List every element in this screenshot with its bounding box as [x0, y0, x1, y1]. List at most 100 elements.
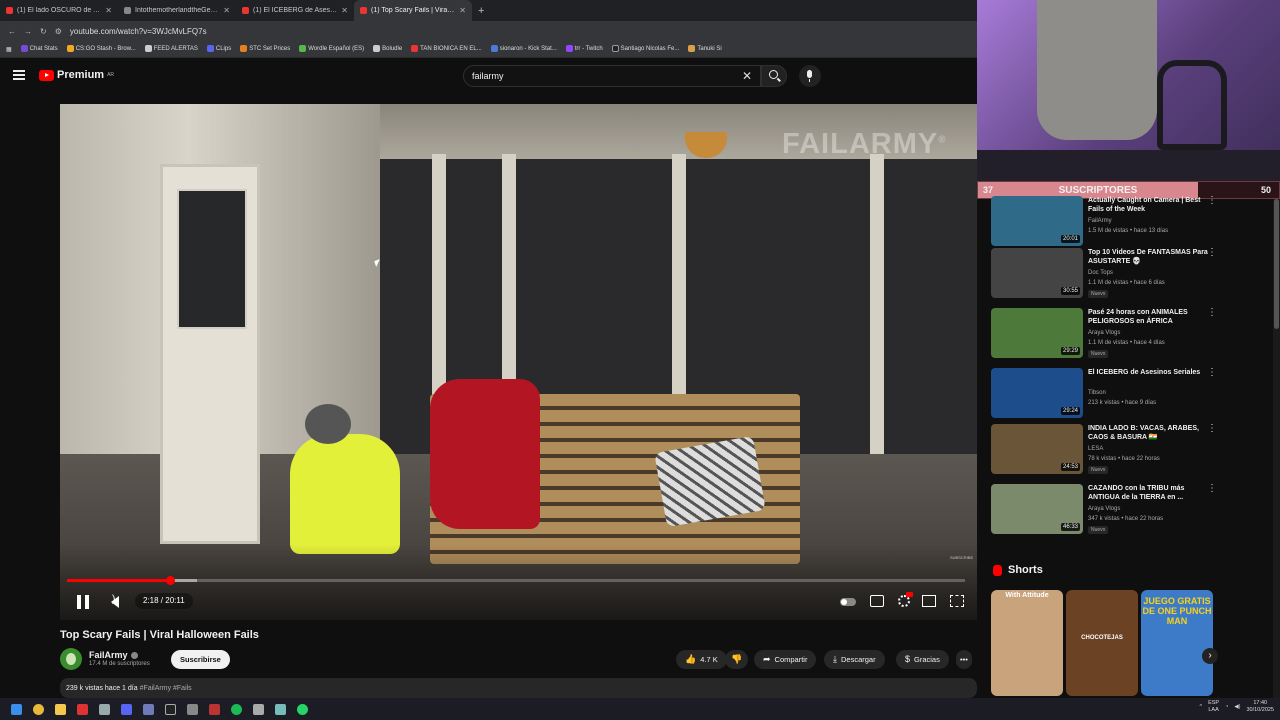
browser-tab-2[interactable]: IntothemotherlandtheGerman ✕	[118, 0, 236, 21]
bookmark-item[interactable]: Tanuki Si	[688, 45, 722, 53]
recommended-video[interactable]: 29:24 El ICEBERG de Asesinos Seriales Ti…	[991, 368, 1217, 420]
recommended-channel[interactable]: Tibson	[1088, 390, 1106, 396]
recommended-channel[interactable]: LESA	[1088, 446, 1103, 452]
more-options-icon[interactable]: ⋮	[1207, 196, 1217, 206]
forward-icon[interactable]: →	[24, 27, 32, 36]
bookmark-item[interactable]: Santiago Nicolas Fe...	[611, 45, 679, 53]
video-thumbnail[interactable]: 29:29	[991, 308, 1083, 358]
file-explorer-icon[interactable]	[55, 703, 66, 715]
theater-mode-icon[interactable]	[922, 595, 936, 607]
recommended-channel[interactable]: Araya Vlogs	[1088, 506, 1120, 512]
bookmark-item[interactable]: STC Set Prices	[240, 45, 290, 53]
app-icon[interactable]	[99, 703, 110, 715]
shorts-next-button[interactable]: ›	[1202, 648, 1218, 664]
description-box[interactable]: 239 k vistas hace 1 día #FailArmy #Fails	[60, 678, 977, 698]
recommended-title[interactable]: Actually Caught on Camera | Best Fails o…	[1088, 196, 1208, 214]
pause-icon[interactable]	[77, 595, 89, 609]
page-scrollbar[interactable]	[1273, 199, 1280, 698]
recommended-channel[interactable]: Araya Vlogs	[1088, 330, 1120, 336]
autoplay-toggle[interactable]	[840, 598, 856, 606]
language-indicator[interactable]: ESP LAA	[1208, 700, 1219, 714]
new-tab-button[interactable]: +	[472, 5, 490, 17]
video-thumbnail[interactable]: 29:24	[991, 368, 1083, 418]
bookmark-item[interactable]: CS:GO Stash - Brow...	[66, 45, 136, 53]
volume-icon[interactable]	[111, 594, 119, 608]
recommended-video[interactable]: 24:53 INDIA LADO B: VACAS, ARABES, CAOS …	[991, 424, 1217, 476]
bookmark-item[interactable]: Wordle Español (ES)	[299, 45, 364, 53]
app-icon[interactable]	[143, 703, 154, 715]
subscribe-button[interactable]: Suscribirse	[171, 650, 230, 669]
recommended-title[interactable]: Pasé 24 horas con ANIMALES PELIGROSOS en…	[1088, 308, 1208, 326]
spotify-icon[interactable]	[231, 703, 242, 715]
bookmark-item[interactable]: Chat Stats	[20, 45, 58, 53]
recommended-title[interactable]: CAZANDO con la TRIBU más ANTIGUA de la T…	[1088, 484, 1208, 502]
url-field[interactable]: youtube.com/watch?v=3WJcMvLFQ7s	[70, 27, 207, 36]
video-thumbnail[interactable]: 30:55	[991, 248, 1083, 298]
close-tab-icon[interactable]: ✕	[341, 6, 348, 15]
like-button[interactable]: 👍 4.7 K	[676, 650, 727, 669]
tray-chevron-icon[interactable]: ^	[1199, 704, 1202, 710]
browser-tab-active[interactable]: (1) Top Scary Fails | Viral Ha ✕	[354, 0, 472, 21]
thanks-button[interactable]: $ Gracias	[896, 650, 949, 669]
wifi-icon[interactable]: ◔	[1225, 704, 1228, 710]
menu-icon[interactable]	[13, 70, 25, 80]
fullscreen-icon[interactable]	[950, 595, 964, 607]
app-icon[interactable]	[209, 703, 220, 715]
youtube-logo[interactable]: Premium AR	[39, 69, 114, 81]
discord-icon[interactable]	[121, 703, 132, 715]
clear-search-icon[interactable]: ✕	[742, 69, 752, 83]
recommended-channel[interactable]: FailArmy	[1088, 218, 1112, 224]
bookmark-item[interactable]: sionaron - Kick Stat...	[490, 45, 557, 53]
video-thumbnail[interactable]: 20:01	[991, 196, 1083, 246]
share-button[interactable]: ➦ Compartir	[754, 650, 817, 669]
close-tab-icon[interactable]: ✕	[459, 6, 466, 15]
browser-tab-3[interactable]: (1) El ICEBERG de Asesinos Seri ✕	[236, 0, 354, 21]
mic-icon[interactable]	[799, 65, 821, 87]
dislike-button[interactable]: 👎	[725, 650, 749, 669]
video-thumbnail[interactable]: 24:53	[991, 424, 1083, 474]
bookmark-item[interactable]: FEED ALERTAS	[144, 45, 198, 53]
recommended-title[interactable]: INDIA LADO B: VACAS, ARABES, CAOS & BASU…	[1088, 424, 1208, 442]
channel-avatar[interactable]	[60, 648, 82, 670]
short-card[interactable]: CHOCOTEJAS	[1066, 590, 1138, 696]
bookmark-item[interactable]: CLips	[206, 45, 231, 53]
bookmark-item[interactable]: Boludle	[373, 45, 402, 53]
short-card[interactable]: With Attitude	[991, 590, 1063, 696]
more-options-icon[interactable]: ⋮	[1207, 368, 1217, 378]
download-button[interactable]: ⤓ Descargar	[824, 650, 885, 669]
search-button[interactable]	[761, 65, 787, 87]
app-icon[interactable]	[165, 703, 176, 715]
app-icon[interactable]	[187, 703, 198, 715]
bookmark-item[interactable]: trr - Twitch	[565, 45, 603, 53]
clock[interactable]: 17:40 30/10/2025	[1246, 700, 1274, 714]
hashtags[interactable]: #FailArmy #Fails	[140, 685, 192, 692]
recommended-video[interactable]: 30:55 Top 10 Videos De FANTASMAS Para AS…	[991, 248, 1217, 300]
recommended-title[interactable]: El ICEBERG de Asesinos Seriales	[1088, 368, 1208, 377]
more-options-icon[interactable]: ⋮	[1207, 424, 1217, 434]
video-player[interactable]: FAILARMY® SUBSCRIBE 2:18 / 20:11	[60, 104, 977, 620]
more-actions-button[interactable]: •••	[956, 650, 972, 669]
recommended-video[interactable]: 20:01 Actually Caught on Camera | Best F…	[991, 196, 1217, 248]
more-options-icon[interactable]: ⋮	[1207, 308, 1217, 318]
apps-icon[interactable]: ▦	[6, 46, 12, 53]
more-options-icon[interactable]: ⋮	[1207, 484, 1217, 494]
back-icon[interactable]: ←	[8, 27, 16, 36]
app-icon[interactable]	[253, 703, 264, 715]
short-card[interactable]: JUEGO GRATIS DE ONE PUNCH MAN	[1141, 590, 1213, 696]
site-info-icon[interactable]: ⚙	[55, 27, 62, 36]
video-thumbnail[interactable]: 46:33	[991, 484, 1083, 534]
channel-name[interactable]: FailArmy	[89, 650, 138, 660]
recommended-channel[interactable]: Doc Tops	[1088, 270, 1113, 276]
close-tab-icon[interactable]: ✕	[223, 6, 230, 15]
progress-bar[interactable]	[67, 576, 965, 585]
windows-start-icon[interactable]	[11, 703, 22, 715]
close-tab-icon[interactable]: ✕	[105, 6, 112, 15]
app-icon[interactable]	[275, 703, 286, 715]
recommended-title[interactable]: Top 10 Videos De FANTASMAS Para ASUSTART…	[1088, 248, 1208, 266]
more-options-icon[interactable]: ⋮	[1207, 248, 1217, 258]
browser-tab-1[interactable]: (1) El lado OSCURO de ARGENT ✕	[0, 0, 118, 21]
recommended-video[interactable]: 29:29 Pasé 24 horas con ANIMALES PELIGRO…	[991, 308, 1217, 360]
reload-icon[interactable]: ↻	[40, 27, 47, 36]
search-input[interactable]: failarmy ✕	[463, 65, 761, 87]
scrollbar-thumb[interactable]	[1274, 199, 1279, 329]
